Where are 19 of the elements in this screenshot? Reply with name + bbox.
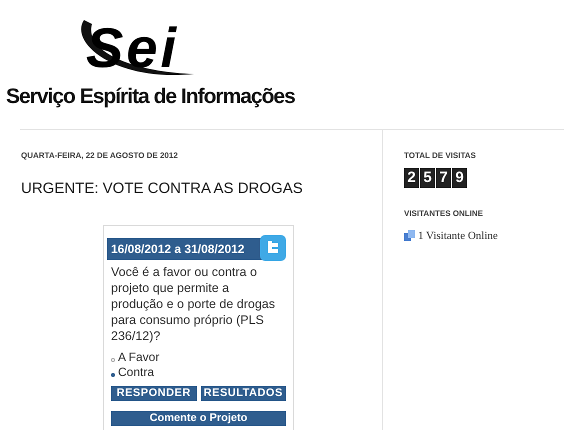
counter-digit: 5 (420, 168, 435, 188)
counter-digit: 2 (404, 168, 419, 188)
visits-heading: TOTAL DE VISITAS (404, 150, 477, 162)
radio-button[interactable] (111, 373, 115, 377)
option-label: Contra (118, 364, 154, 380)
counter-digit: 7 (436, 168, 451, 188)
comment-button[interactable]: Comente o Projeto (111, 410, 286, 426)
site-name: Serviço Espírita de Informações (6, 84, 295, 110)
post-title: URGENTE: VOTE CONTRA AS DROGAS (21, 179, 304, 199)
online-heading: VISITANTES ONLINE (404, 208, 484, 220)
option-label: A Favor (118, 350, 160, 364)
online-count: 1 Visitante Online (418, 229, 498, 244)
poll-question: Você é a favor ou contra o projeto que permite a produção e o porte de drogas para consumo próprio (PLS 236/12)? (110, 264, 276, 344)
counter-digit: 9 (452, 168, 467, 188)
radio-button[interactable] (111, 358, 115, 362)
post-date: QUARTA-FEIRA, 22 DE AGOSTO DE 2012 (21, 150, 179, 162)
poll-button[interactable]: RESPONDER (111, 386, 196, 400)
users-icon (404, 230, 415, 242)
poll-button[interactable]: RESULTADOS (200, 386, 286, 400)
